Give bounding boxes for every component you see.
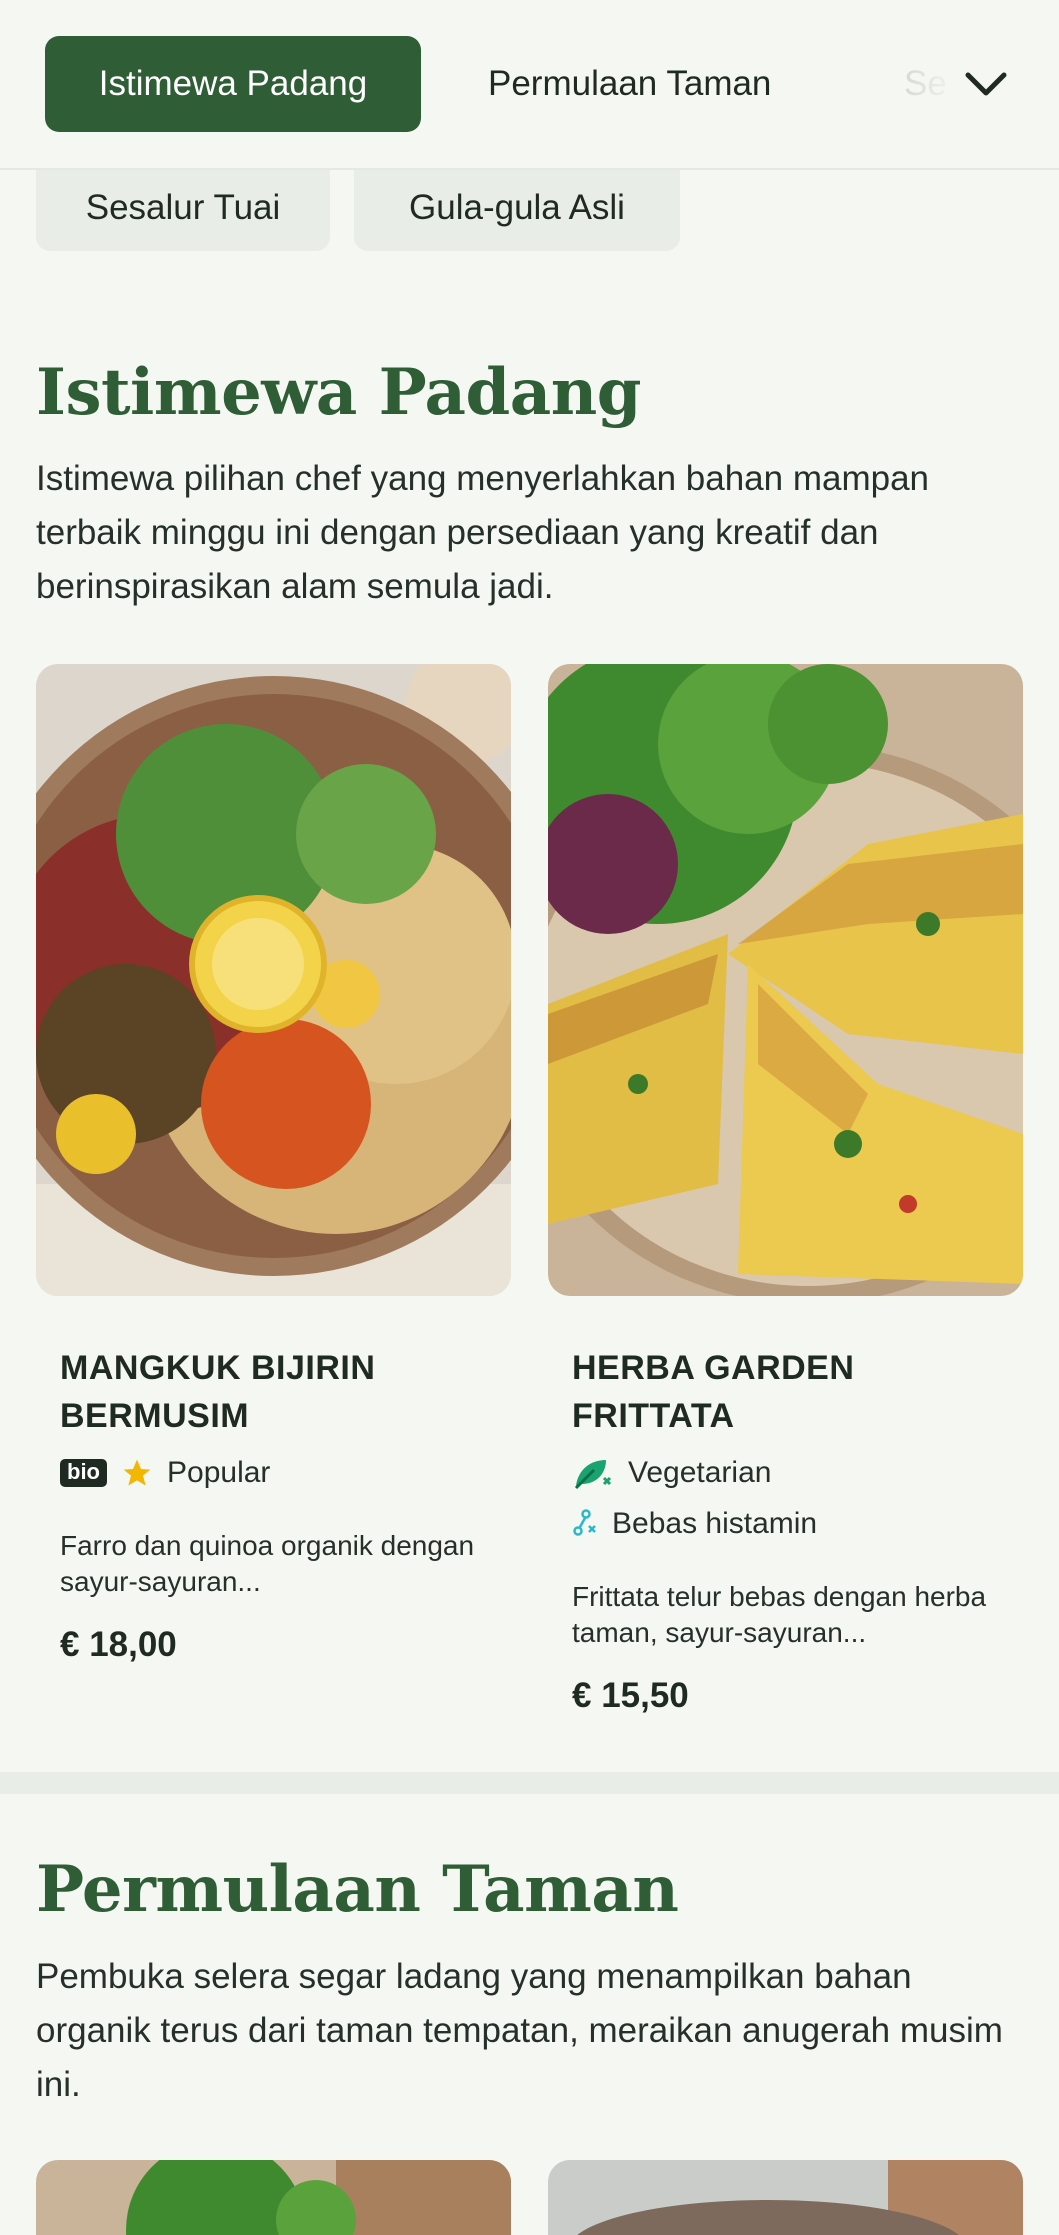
item-description: Frittata telur bebas dengan herba taman,…	[572, 1581, 987, 1648]
item-name[interactable]: MANGKUK BIJIRIN BERMUSIM	[60, 1344, 490, 1440]
starter-image[interactable]	[548, 2160, 1023, 2235]
section-title: Istimewa Padang	[36, 355, 642, 430]
chevron-down-icon	[965, 72, 1007, 96]
section-description: Pembuka selera segar ladang yang menampi…	[36, 1957, 1003, 2104]
chip-gula-gula-asli[interactable]: Gula-gula Asli	[354, 165, 680, 251]
item-tags: bio Popular	[60, 1456, 270, 1490]
tab-permulaan-taman[interactable]: Permulaan Taman	[488, 36, 771, 132]
vegetarian-label: Vegetarian	[628, 1456, 772, 1489]
bio-badge: bio	[60, 1459, 107, 1487]
chip-sesalur-tuai[interactable]: Sesalur Tuai	[36, 165, 330, 251]
item-price: € 15,50	[572, 1676, 689, 1715]
item-price: € 18,00	[60, 1625, 177, 1664]
item-description: Farro dan quinoa organik dengan sayur-sa…	[60, 1530, 475, 1597]
popular-tag: Popular	[167, 1456, 271, 1489]
frittata-image[interactable]	[548, 664, 1023, 1296]
category-nav: Istimewa Padang Permulaan Taman Se	[0, 0, 1059, 170]
molecule-icon	[573, 1509, 596, 1536]
histamine-label: Bebas histamin	[612, 1507, 818, 1540]
star-icon	[123, 1459, 151, 1486]
section-description: Istimewa pilihan chef yang menyerlahkan …	[36, 459, 930, 606]
vegetarian-tag: Vegetarian	[572, 1456, 771, 1490]
leaf-icon	[574, 1460, 612, 1490]
starter-image[interactable]	[36, 2160, 511, 2235]
expand-categories-button[interactable]	[946, 44, 1026, 124]
histamine-tag: Bebas histamin	[572, 1507, 817, 1541]
grain-bowl-image[interactable]	[36, 664, 511, 1296]
section-title: Permulaan Taman	[36, 1852, 679, 1927]
tab-istimewa-padang[interactable]: Istimewa Padang	[45, 36, 421, 132]
section-divider	[0, 1772, 1059, 1794]
item-name[interactable]: HERBA GARDEN FRITTATA	[572, 1344, 1002, 1440]
